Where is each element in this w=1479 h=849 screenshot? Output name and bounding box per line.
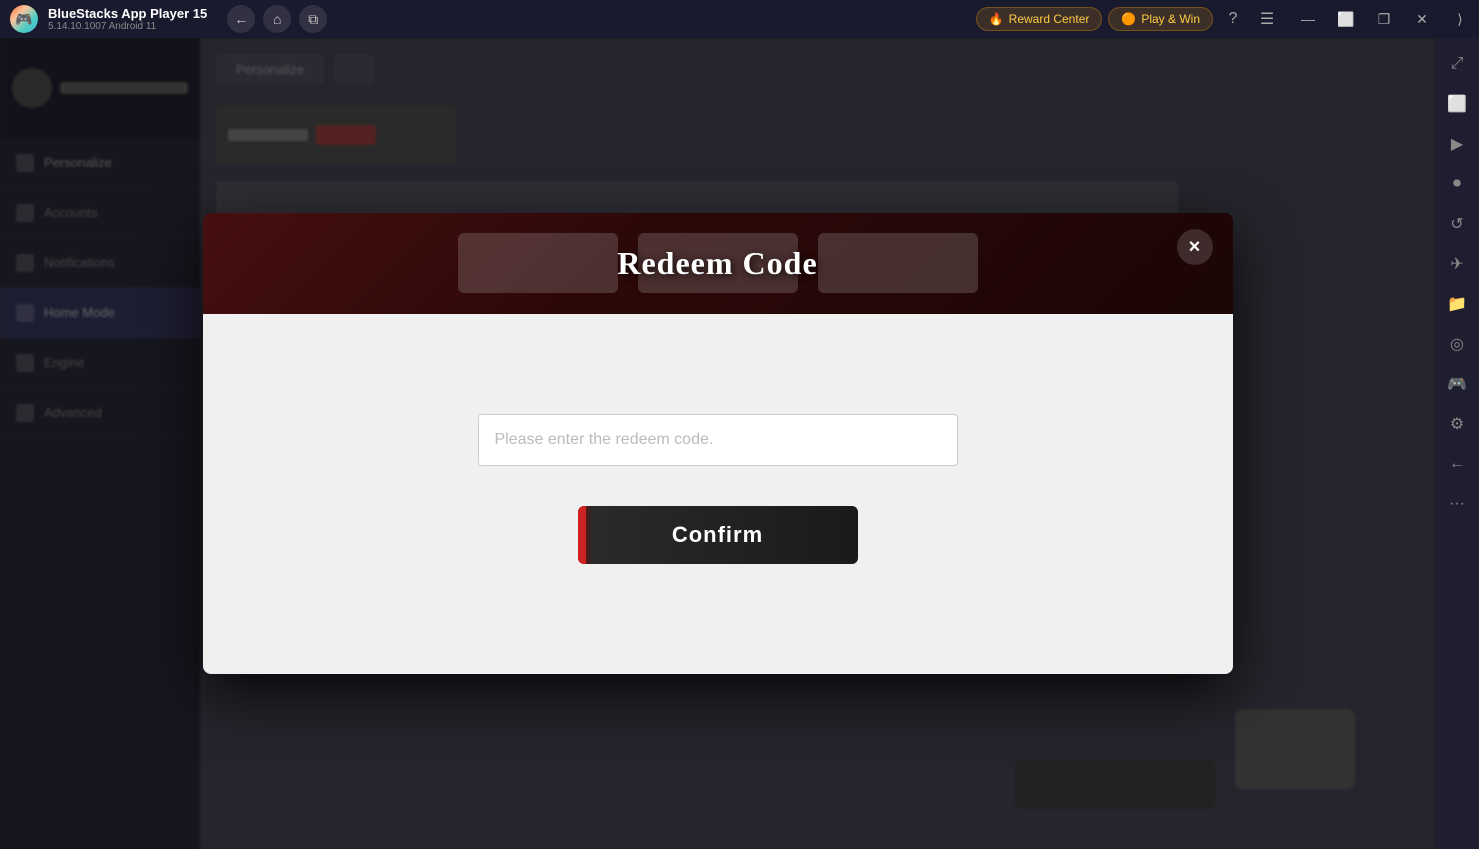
confirm-button-accent — [578, 506, 586, 564]
modal-body: Confirm — [203, 314, 1233, 674]
location-icon-btn[interactable]: ✈ — [1439, 246, 1475, 282]
video-icon-btn[interactable]: ▶ — [1439, 126, 1475, 162]
nav-multiwindow-button[interactable]: ⧉ — [299, 5, 327, 33]
record-icon-btn[interactable]: ⏺ — [1439, 166, 1475, 202]
camera2-icon-btn[interactable]: ◎ — [1439, 326, 1475, 362]
close-button[interactable]: ✕ — [1403, 0, 1441, 38]
app-logo-circle: 🎮 — [10, 5, 38, 33]
window-controls: — ⬜ ❐ ✕ ⟩ — [1289, 0, 1479, 38]
nav-back-button[interactable]: ← — [227, 5, 255, 33]
play-win-button[interactable]: 🟠 Play & Win — [1108, 7, 1213, 31]
reward-center-button[interactable]: 🔥 Reward Center — [976, 7, 1103, 31]
title-bar: 🎮 BlueStacks App Player 15 5.14.10.1007 … — [0, 0, 1479, 38]
minimize-button[interactable]: — — [1289, 0, 1327, 38]
back-icon-btn[interactable]: ← — [1439, 446, 1475, 482]
title-bar-actions: 🔥 Reward Center 🟠 Play & Win ? ☰ — [976, 5, 1281, 33]
menu-button[interactable]: ☰ — [1253, 5, 1281, 33]
confirm-button[interactable]: Confirm — [578, 506, 858, 564]
help-button[interactable]: ? — [1219, 5, 1247, 33]
modal-header: × Redeem Code — [203, 213, 1233, 314]
redeem-code-input[interactable] — [478, 414, 958, 466]
nav-buttons: ← ⌂ ⧉ — [227, 5, 327, 33]
app-info: BlueStacks App Player 15 5.14.10.1007 An… — [48, 6, 207, 33]
modal-title: Redeem Code — [617, 245, 817, 282]
expand-icon-btn[interactable]: ⤢ — [1439, 46, 1475, 82]
rotate-icon-btn[interactable]: ↺ — [1439, 206, 1475, 242]
play-win-label: Play & Win — [1141, 12, 1200, 26]
redeem-code-modal: × Redeem Code Confirm — [203, 213, 1233, 674]
app-name: BlueStacks App Player 15 — [48, 6, 207, 22]
gamepad-icon-btn[interactable]: 🎮 — [1439, 366, 1475, 402]
modal-overlay: × Redeem Code Confirm — [0, 38, 1435, 849]
maximize-button[interactable]: ⬜ — [1327, 0, 1365, 38]
folder-icon-btn[interactable]: 📁 — [1439, 286, 1475, 322]
coin-icon: 🟠 — [1121, 12, 1136, 26]
sidebar-toggle-button[interactable]: ⟩ — [1441, 0, 1479, 38]
fire-icon: 🔥 — [989, 12, 1004, 26]
right-sidebar: ⤢ ⬜ ▶ ⏺ ↺ ✈ 📁 ◎ 🎮 ⚙ ← ··· — [1435, 38, 1479, 849]
app-version: 5.14.10.1007 Android 11 — [48, 21, 207, 32]
confirm-label: Confirm — [672, 522, 763, 548]
restore-button[interactable]: ❐ — [1365, 0, 1403, 38]
app-logo: 🎮 — [6, 1, 42, 37]
more-icon-btn[interactable]: ··· — [1439, 486, 1475, 522]
screenshot-icon-btn[interactable]: ⬜ — [1439, 86, 1475, 122]
modal-close-button[interactable]: × — [1177, 229, 1213, 265]
reward-center-label: Reward Center — [1009, 12, 1090, 26]
settings-icon-btn[interactable]: ⚙ — [1439, 406, 1475, 442]
nav-home-button[interactable]: ⌂ — [263, 5, 291, 33]
